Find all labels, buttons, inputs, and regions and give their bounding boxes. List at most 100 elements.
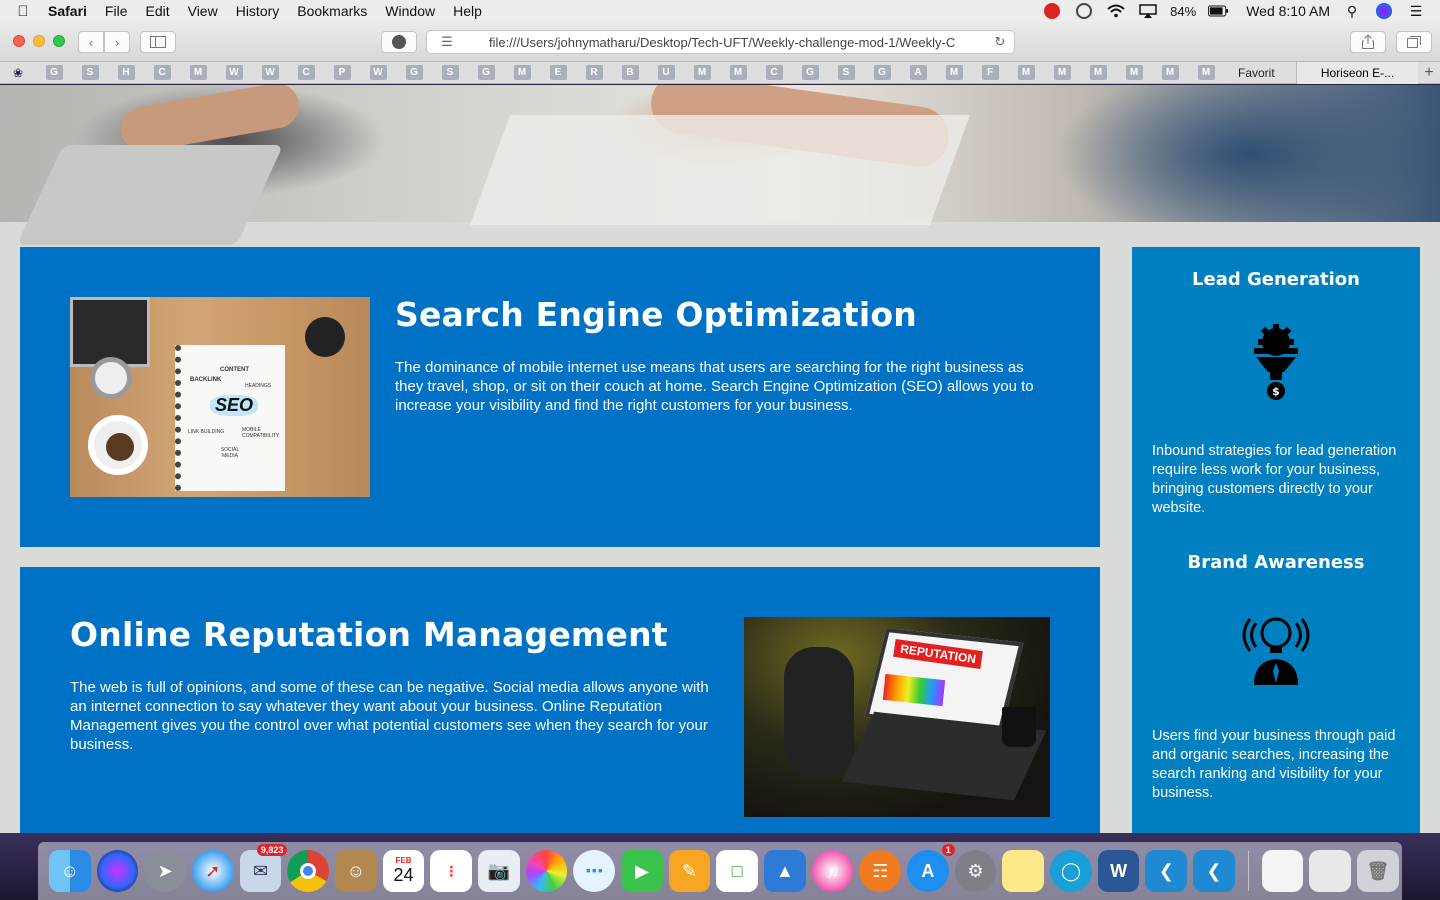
app-store-icon[interactable]: A1 [907, 844, 955, 892]
airplay-icon[interactable] [1138, 3, 1158, 19]
bookmark-item[interactable]: C [756, 62, 792, 84]
bookmark-item[interactable]: M [1116, 62, 1152, 84]
numbers-icon[interactable]: □ [716, 850, 759, 892]
wifi-icon[interactable] [1106, 3, 1126, 19]
menu-clock[interactable]: Wed 8:10 AM [1246, 3, 1330, 19]
contacts-icon[interactable]: ☺ [335, 850, 377, 892]
bookmark-item[interactable]: G [468, 62, 504, 84]
bookmark-item[interactable]: G [792, 62, 828, 84]
vscode-second-icon[interactable]: ❮ [1193, 850, 1235, 892]
chrome-window-icon[interactable] [1309, 850, 1352, 892]
menu-history[interactable]: History [227, 3, 289, 19]
bookmark-item[interactable]: M [684, 62, 720, 84]
bookmark-item[interactable]: U [648, 62, 684, 84]
address-bar[interactable]: ☰ file:///Users/johnymatharu/Desktop/Tec… [426, 30, 1015, 54]
bookmark-item[interactable]: E [540, 62, 576, 84]
tab-horiseon[interactable]: Horiseon E-... [1296, 62, 1418, 84]
bookmark-item[interactable]: C [144, 62, 180, 84]
siri-icon[interactable] [1374, 3, 1394, 19]
spotlight-search-icon[interactable]: ⚲ [1342, 3, 1362, 19]
new-tab-button[interactable]: + [1418, 62, 1440, 84]
system-preferences-icon[interactable]: ⚙ [954, 850, 997, 892]
battery-percent[interactable]: 84% [1170, 4, 1196, 19]
bookmark-item[interactable]: M [1008, 62, 1044, 84]
menu-view[interactable]: View [179, 3, 227, 19]
photos-icon[interactable] [525, 850, 568, 892]
bookmark-item[interactable]: F [972, 62, 1008, 84]
share-button[interactable] [1350, 31, 1386, 53]
bookmark-item[interactable]: R [576, 62, 612, 84]
bookmark-item[interactable]: W [216, 62, 252, 84]
close-window-button[interactable] [13, 35, 25, 47]
bookmark-item[interactable]: M [936, 62, 972, 84]
bookmark-item[interactable]: G [864, 62, 900, 84]
launchpad-icon[interactable]: ➤ [144, 850, 187, 892]
bookmark-item[interactable]: W [252, 62, 288, 84]
back-button[interactable]: ‹ [78, 31, 104, 53]
bookmark-favorites[interactable]: Favorit [1238, 66, 1286, 80]
vscode-icon[interactable]: ❮ [1145, 850, 1188, 892]
bookmark-item[interactable]: W [360, 62, 396, 84]
ibooks-icon[interactable]: ☶ [859, 850, 902, 892]
bookmark-item[interactable]: M [180, 62, 216, 84]
bookmark-item[interactable]: H [108, 62, 144, 84]
messages-icon[interactable]: ⋯ [573, 850, 616, 892]
bookmark-item[interactable]: M [1152, 62, 1188, 84]
bookmark-letter-icon: M [1053, 65, 1071, 80]
bookmark-item[interactable]: S [828, 62, 864, 84]
zoom-window-button[interactable] [53, 35, 65, 47]
reload-icon[interactable]: ↻ [986, 34, 1014, 50]
stickies-icon[interactable] [1002, 850, 1045, 892]
bookmark-item[interactable]: B [612, 62, 648, 84]
seo-word-social: SOCIAL MEDIA [220, 447, 240, 459]
trash-icon[interactable]: 🗑 [1357, 850, 1399, 892]
menu-file[interactable]: File [96, 3, 137, 19]
bookmark-item[interactable]: M [1044, 62, 1080, 84]
word-icon[interactable]: W [1097, 850, 1140, 892]
facetime-icon[interactable]: ▶ [621, 850, 663, 892]
sync-icon[interactable] [1074, 3, 1094, 19]
reader-list-icon[interactable]: ☰ [427, 34, 467, 50]
finder-icon[interactable]: ☺ [49, 850, 91, 892]
creative-cloud-icon[interactable] [1042, 3, 1062, 19]
sidebar-toggle-button[interactable] [140, 31, 176, 53]
bookmark-letter-icon: G [477, 65, 495, 80]
menu-help[interactable]: Help [444, 3, 491, 19]
bookmark-first-icon[interactable]: ❀ [0, 66, 36, 80]
menu-bookmarks[interactable]: Bookmarks [288, 3, 376, 19]
siri-dock-icon[interactable] [96, 850, 139, 892]
chrome-icon[interactable] [287, 850, 330, 892]
bookmark-item[interactable]: S [72, 62, 108, 84]
keynote-icon[interactable]: ▲ [764, 850, 806, 892]
extension-icon[interactable] [381, 31, 417, 53]
url-text[interactable]: file:///Users/johnymatharu/Desktop/Tech-… [467, 35, 986, 50]
apple-menu-icon[interactable]:  [0, 3, 46, 20]
document-stack-icon[interactable] [1261, 850, 1304, 892]
bookmark-item[interactable]: M [504, 62, 540, 84]
menu-app-name[interactable]: Safari [46, 3, 96, 19]
bookmark-item[interactable]: A [900, 62, 936, 84]
tab-overview-button[interactable] [1396, 31, 1432, 53]
bookmark-item[interactable]: G [36, 62, 72, 84]
mail-stamp-icon[interactable]: ✉ 9,823 [239, 844, 288, 892]
bookmark-item[interactable]: M [720, 62, 756, 84]
bookmark-item[interactable]: M [1080, 62, 1116, 84]
menu-window[interactable]: Window [376, 3, 444, 19]
bookmark-item[interactable]: P [324, 62, 360, 84]
bookmark-item[interactable]: M [1188, 62, 1224, 84]
battery-icon[interactable] [1208, 3, 1229, 19]
preview-icon[interactable]: 📷 [478, 850, 520, 892]
bookmark-item[interactable]: G [396, 62, 432, 84]
menu-edit[interactable]: Edit [136, 3, 178, 19]
calendar-icon[interactable]: FEB 24 [382, 850, 425, 892]
bookmark-item[interactable]: C [288, 62, 324, 84]
pages-icon[interactable]: ✎ [668, 850, 711, 892]
bookmark-item[interactable]: S [432, 62, 468, 84]
reminders-icon[interactable]: ⋮ [430, 850, 473, 892]
itunes-icon[interactable]: ♫ [811, 850, 854, 892]
vpn-icon[interactable]: ◯ [1050, 850, 1092, 892]
forward-button[interactable]: › [104, 31, 130, 53]
notification-center-icon[interactable]: ☰ [1406, 3, 1426, 19]
minimize-window-button[interactable] [33, 35, 45, 47]
safari-icon[interactable]: ➚ [192, 850, 234, 892]
